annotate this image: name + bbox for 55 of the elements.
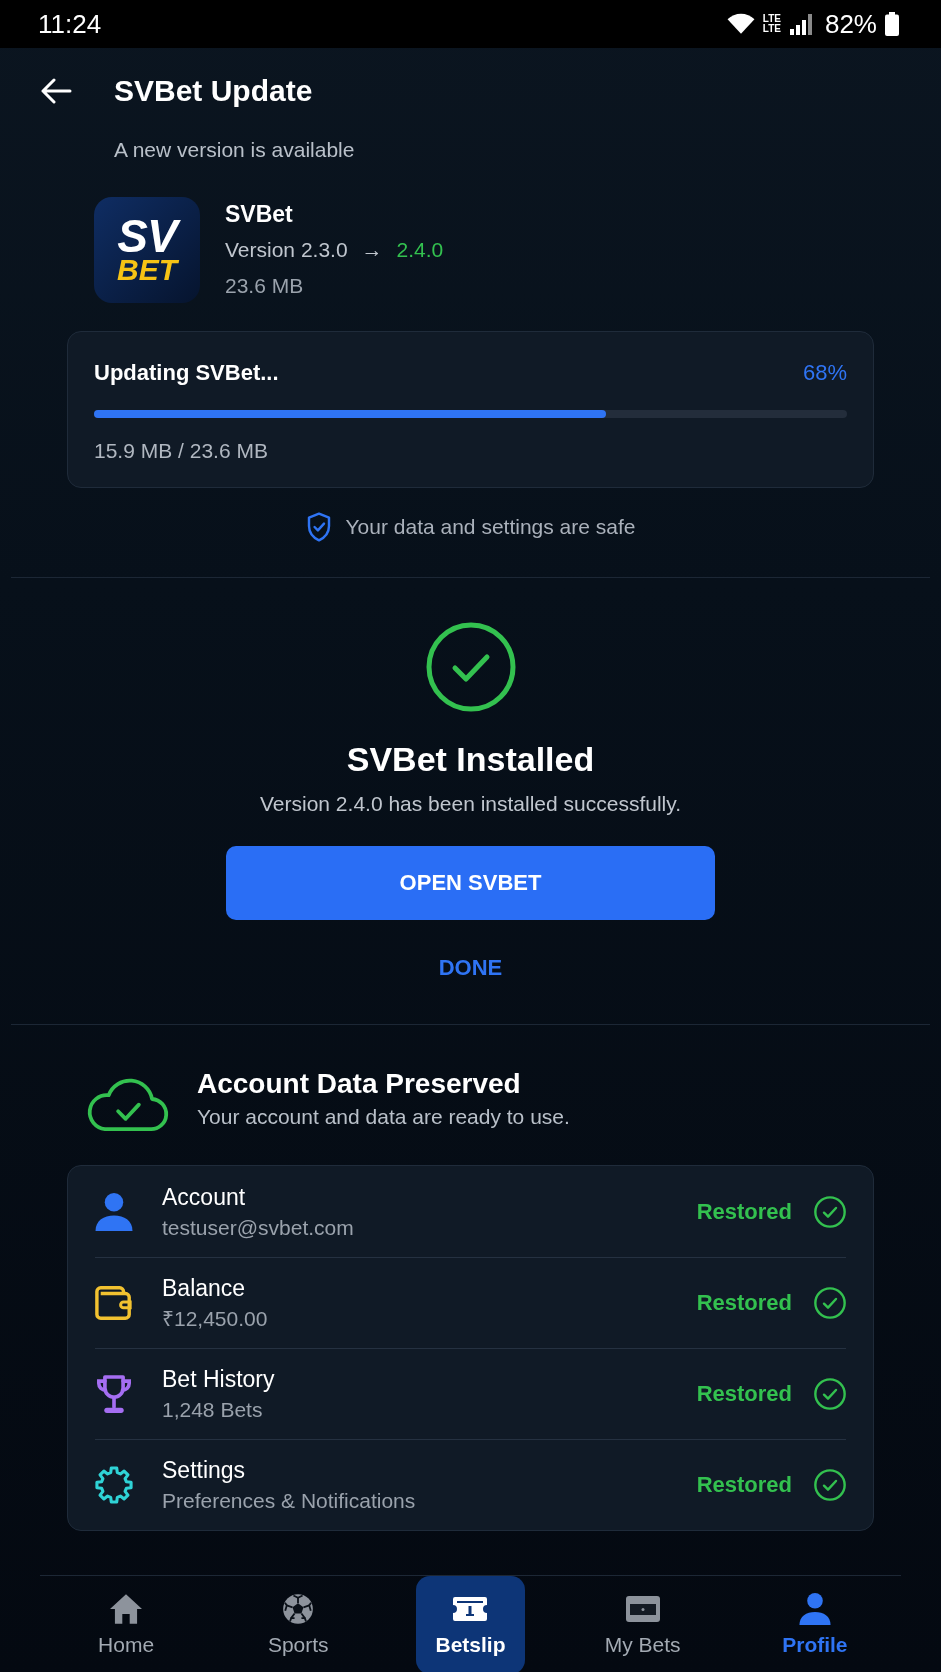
- status-text: Restored: [696, 1381, 792, 1407]
- status-text: Restored: [696, 1472, 792, 1498]
- battery-icon: [885, 12, 899, 36]
- open-app-button[interactable]: OPEN SVBET: [226, 846, 715, 920]
- check-circle-icon: [814, 1287, 846, 1319]
- check-circle-icon: [814, 1469, 846, 1501]
- app-name: SVBet: [225, 200, 294, 229]
- arrow-icon: →: [361, 232, 383, 268]
- check-circle-icon: [425, 622, 516, 712]
- installed-message: Version 2.4.0 has been installed successfully.: [260, 791, 681, 817]
- nav-tab[interactable]: Profile: [760, 1576, 870, 1672]
- card-icon: [624, 1593, 661, 1625]
- item-title: Account: [162, 1182, 247, 1212]
- clock-text: 11:24: [38, 8, 102, 40]
- signal-icon: [788, 13, 813, 35]
- new-version-text: 2.4.0: [396, 237, 444, 263]
- network-type-text: LTE: [762, 14, 781, 24]
- preserved-title: Account Data Preserved: [197, 1067, 522, 1101]
- preserved-subtitle: Your account and data are ready to use.: [197, 1104, 570, 1130]
- status-text: Restored: [696, 1198, 792, 1225]
- check-circle-icon: [814, 1378, 846, 1410]
- download-size-text: 15.9 MB / 23.6 MB: [94, 438, 269, 464]
- person-icon: [95, 1192, 133, 1231]
- installed-title: SVBet Installed: [346, 739, 595, 779]
- progress-label: Updating SVBet...: [94, 359, 279, 387]
- nav-tab[interactable]: Sports: [243, 1576, 353, 1672]
- settings-icon: [95, 1466, 133, 1504]
- item-detail: testuser@svbet.com: [162, 1214, 354, 1241]
- item-detail: ₹12,450.00: [162, 1306, 268, 1332]
- app-size-text: 23.6 MB: [225, 273, 305, 299]
- back-button[interactable]: [40, 78, 72, 104]
- page-subtitle: A new version is available: [114, 137, 356, 163]
- battery-percent-text: 82%: [824, 8, 877, 40]
- item-title: Settings: [162, 1456, 247, 1485]
- back-arrow-icon: [40, 78, 72, 104]
- safety-note: Your data and settings are safe: [345, 514, 636, 540]
- trophy-icon: [95, 1375, 133, 1413]
- progress-percent: 68%: [802, 359, 847, 387]
- status-text: Restored: [696, 1290, 792, 1316]
- logo-text: BET: [117, 256, 177, 284]
- item-title: Balance: [162, 1274, 247, 1303]
- wallet-icon: [95, 1284, 133, 1322]
- item-detail: 1,248 Bets: [162, 1397, 264, 1423]
- wifi-icon: [726, 13, 755, 35]
- item-detail: Preferences & Notifications: [162, 1488, 416, 1514]
- nav-tab[interactable]: Betslip: [416, 1576, 525, 1672]
- check-circle-icon: [814, 1195, 846, 1228]
- nav-tab[interactable]: My Bets: [588, 1576, 698, 1672]
- item-title: Bet History: [162, 1365, 275, 1394]
- network-type-text: LTE: [762, 24, 781, 34]
- done-button[interactable]: DONE: [422, 947, 519, 989]
- current-version-text: Version 2.3.0: [225, 237, 348, 263]
- page-title: SVBet Update: [114, 74, 313, 108]
- nav-tab[interactable]: Home: [71, 1576, 181, 1672]
- shield-check-icon: [305, 512, 332, 542]
